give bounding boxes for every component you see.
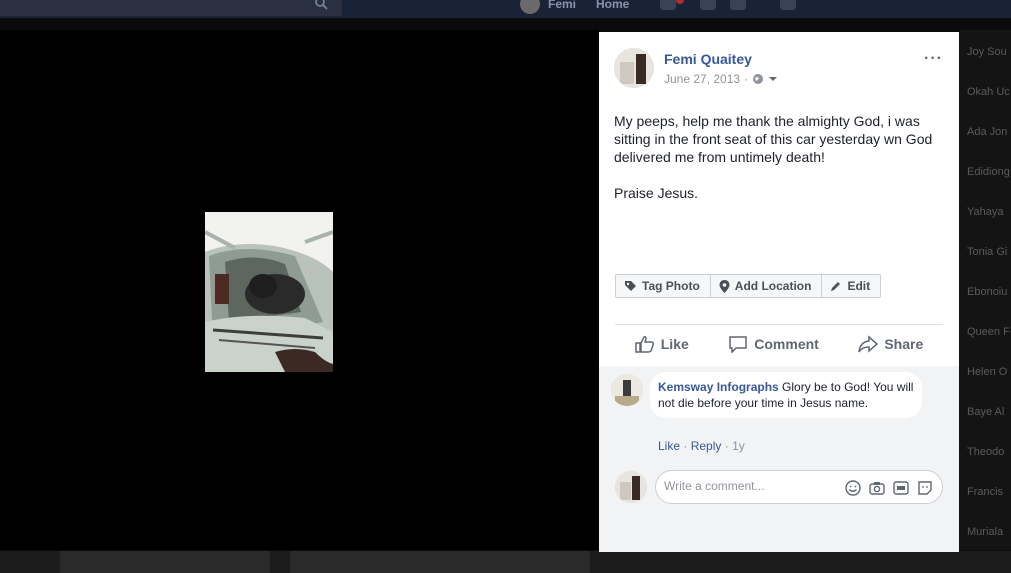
comment-bubble: Kemsway Infographs Glory be to God! You … — [650, 372, 922, 418]
chat-friend-item[interactable]: Francis — [967, 486, 1003, 498]
author-avatar-image — [614, 48, 654, 88]
edit-button[interactable]: Edit — [822, 275, 880, 297]
like-label: Like — [660, 336, 689, 352]
current-user-avatar — [615, 471, 647, 503]
chat-sidebar: Joy Sou Okah Uc Ada Jon Edidiong Yahaya … — [959, 30, 1011, 550]
like-button[interactable]: Like — [635, 335, 689, 353]
chat-friend-item[interactable]: Theodo — [967, 446, 1004, 458]
comment-reply-link[interactable]: Reply — [691, 439, 722, 453]
notification-badge — [676, 0, 684, 4]
search-input[interactable] — [0, 0, 342, 16]
nav-profile-avatar[interactable] — [520, 0, 540, 14]
comment-actions: Like · Reply · 1y — [658, 439, 745, 453]
add-location-button[interactable]: Add Location — [711, 275, 823, 297]
chat-friend-item[interactable]: Helen O — [967, 366, 1007, 378]
post-photo[interactable] — [205, 212, 333, 372]
chat-friend-item[interactable]: Baye Al — [967, 406, 1004, 418]
tag-icon — [625, 280, 636, 291]
add-location-label: Add Location — [734, 279, 812, 293]
background-feed-strip — [0, 551, 1011, 573]
comment-input-tools — [844, 479, 934, 497]
post-detail-panel: Femi Quaitey June 27, 2013 · ··· My peep… — [599, 32, 959, 552]
comment-bubble-icon — [729, 336, 748, 353]
photo-action-group: Tag Photo Add Location Edit — [615, 274, 882, 298]
commenter-avatar[interactable] — [611, 374, 643, 406]
chat-friend-item[interactable]: Muriala — [967, 526, 1003, 538]
comment-label: Comment — [754, 336, 819, 352]
commenter-name[interactable]: Kemsway Infographs — [658, 380, 779, 394]
post-text-paragraph: Praise Jesus. — [614, 185, 699, 201]
comment-button[interactable]: Comment — [728, 335, 819, 353]
account-menu-icon[interactable] — [812, 0, 828, 10]
comment-timestamp[interactable]: 1y — [732, 439, 745, 453]
post-body: My peeps, help me thank the almighty God… — [614, 112, 944, 220]
pencil-icon — [831, 282, 841, 291]
background-feed-block — [60, 551, 270, 573]
nav-home-link[interactable]: Home — [596, 0, 629, 11]
author-avatar[interactable] — [614, 48, 654, 88]
tag-photo-label: Tag Photo — [642, 279, 700, 293]
sticker-icon[interactable] — [916, 479, 934, 497]
help-icon[interactable] — [780, 0, 796, 10]
share-button[interactable]: Share — [858, 335, 923, 353]
chat-friend-item[interactable]: Okah Uc — [967, 86, 1010, 98]
commenter-avatar-image — [611, 374, 643, 406]
post-meta: June 27, 2013 · — [664, 72, 778, 86]
post-options-icon[interactable]: ··· — [924, 50, 943, 68]
edit-label: Edit — [847, 279, 871, 293]
search-icon[interactable] — [314, 0, 328, 10]
camera-icon[interactable] — [868, 479, 886, 497]
chat-friend-item[interactable]: Edidiong — [967, 166, 1010, 178]
chat-friend-item[interactable]: Ebonoiu — [967, 286, 1007, 298]
gif-icon[interactable] — [892, 479, 910, 497]
comments-section: Kemsway Infographs Glory be to God! You … — [599, 366, 959, 552]
location-pin-icon — [719, 279, 730, 293]
current-user-avatar-image — [615, 471, 647, 503]
background-feed-block — [290, 551, 590, 573]
tag-photo-button[interactable]: Tag Photo — [616, 275, 711, 297]
chat-friend-item[interactable]: Queen F — [967, 326, 1010, 338]
emoji-icon[interactable] — [844, 479, 862, 497]
share-arrow-icon — [858, 335, 879, 353]
write-comment-box — [655, 470, 943, 504]
privacy-dropdown-icon[interactable] — [768, 74, 778, 84]
post-text-paragraph: My peeps, help me thank the almighty God… — [614, 113, 933, 165]
meta-separator: · — [744, 72, 749, 86]
chat-friend-item[interactable]: Joy Sou — [967, 46, 1007, 58]
privacy-globe-icon[interactable] — [752, 73, 764, 85]
comment-like-link[interactable]: Like — [658, 439, 680, 453]
car-wreck-photo — [205, 212, 333, 372]
top-navigation-bar: Femi Home — [0, 0, 1011, 18]
share-label: Share — [884, 336, 924, 352]
notifications-icon[interactable] — [730, 0, 746, 10]
comment-input[interactable] — [664, 479, 834, 493]
friend-requests-icon[interactable] — [660, 0, 676, 10]
thumbs-up-icon — [635, 336, 654, 353]
comment-actions-separator: · — [724, 439, 729, 453]
post-action-bar: Like Comment Share — [615, 328, 943, 360]
photo-viewer-stage — [0, 30, 599, 550]
messages-icon[interactable] — [700, 0, 716, 10]
chat-friend-item[interactable]: Tonia Gi — [967, 246, 1007, 258]
post-author-name[interactable]: Femi Quaitey — [664, 51, 752, 67]
chat-friend-item[interactable]: Ada Jon — [967, 126, 1007, 138]
post-date[interactable]: June 27, 2013 — [664, 72, 740, 86]
comment-actions-separator: · — [683, 439, 688, 453]
nav-profile-name[interactable]: Femi — [548, 0, 576, 11]
actions-top-divider — [615, 324, 943, 325]
chat-friend-item[interactable]: Yahaya — [967, 206, 1004, 218]
